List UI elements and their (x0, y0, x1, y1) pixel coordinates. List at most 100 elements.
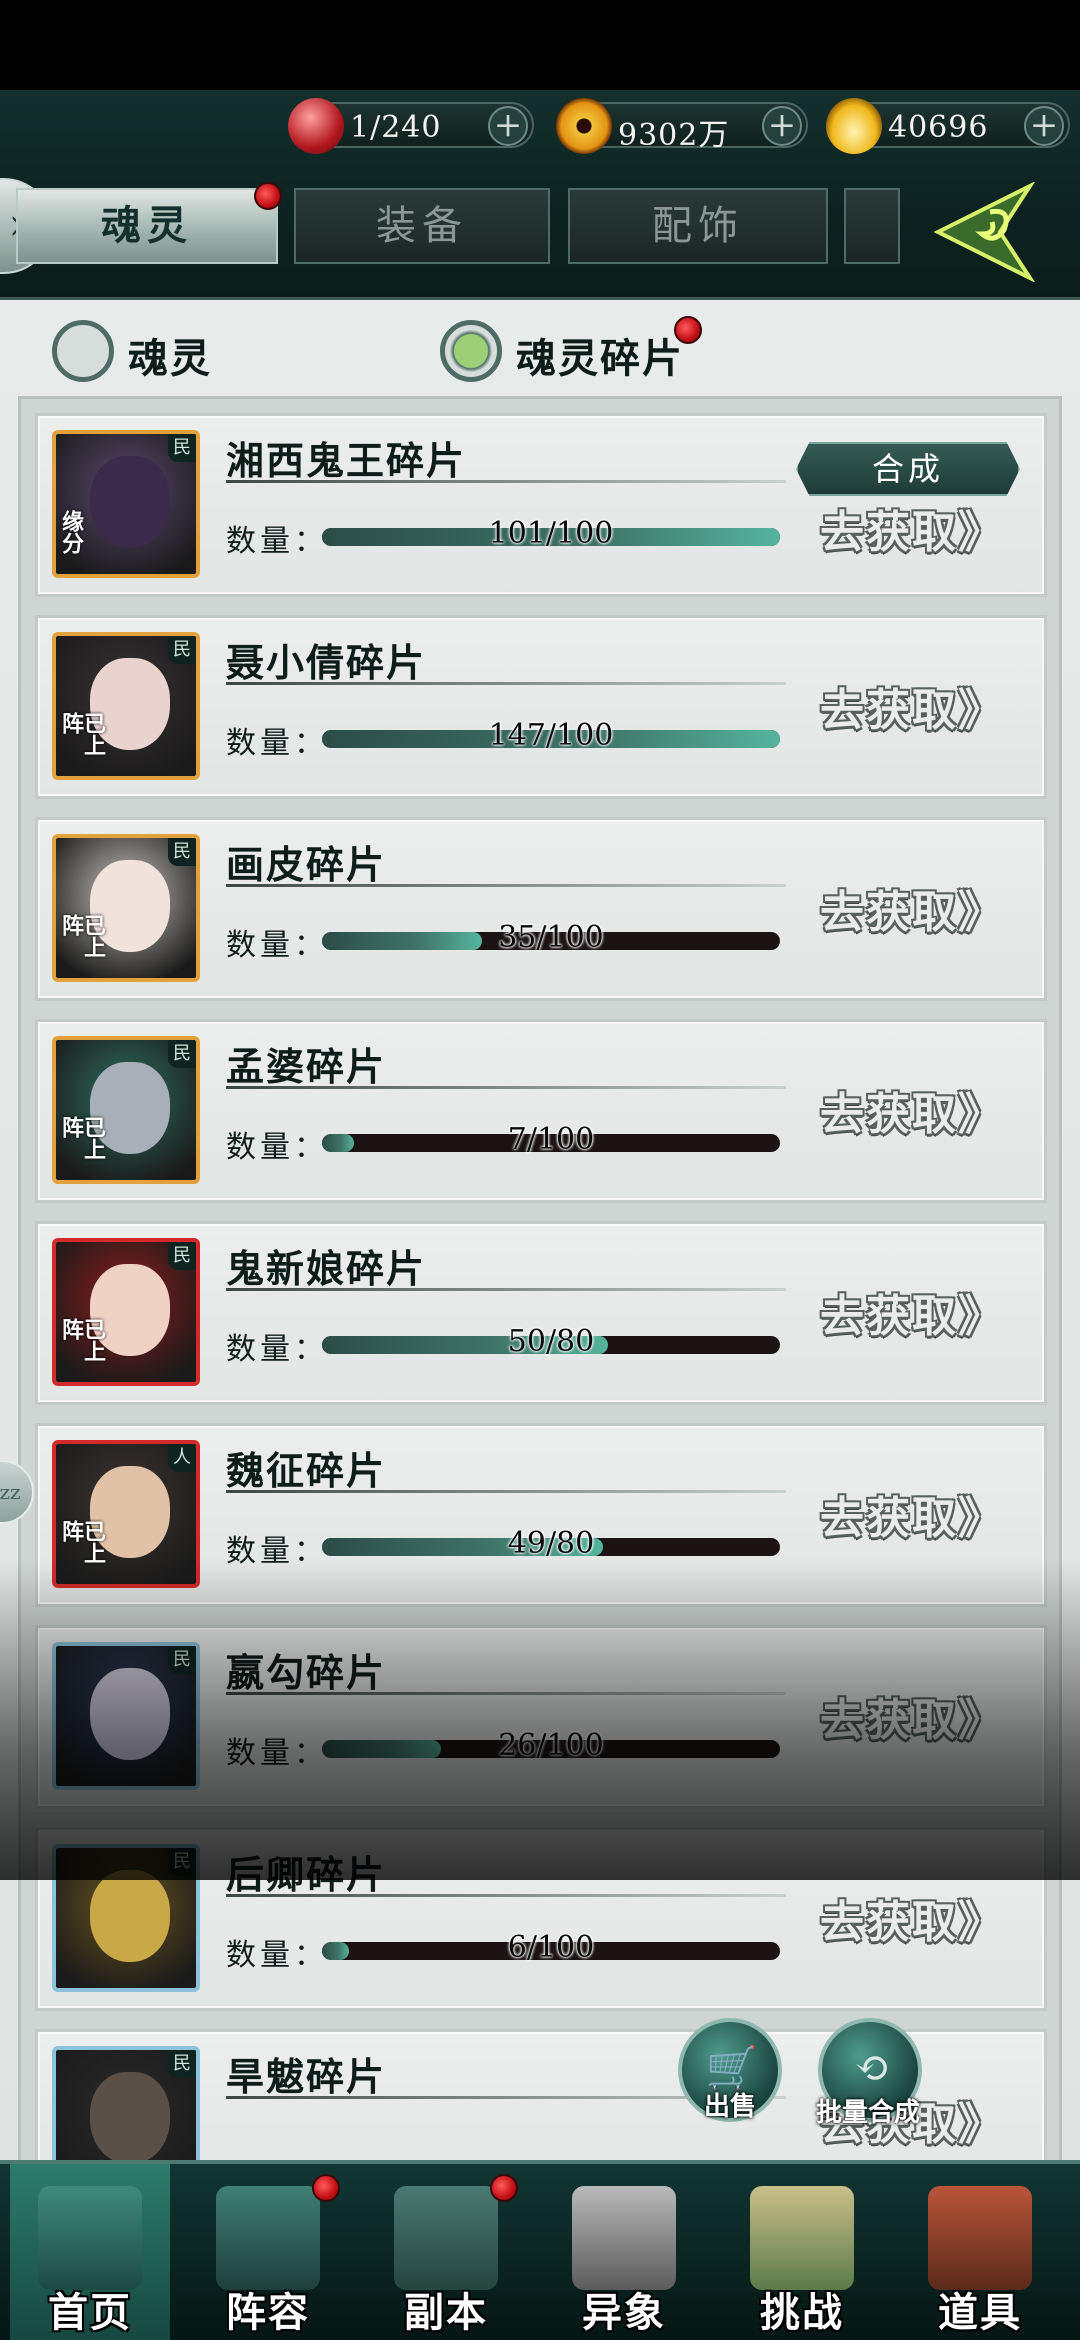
name-underline (226, 480, 786, 483)
nav-item[interactable]: 首页 (10, 2164, 170, 2340)
fragment-name: 画皮碎片 (226, 842, 387, 887)
nav-item[interactable]: 异象 (544, 2164, 704, 2340)
lineup-book-icon (216, 2186, 320, 2290)
nav-label: 异象 (582, 2289, 666, 2336)
fragment-card[interactable]: 民已上阵 画皮碎片 数量： 35/100 去获取》 (35, 817, 1047, 1001)
add-coins-button[interactable]: + (762, 106, 802, 146)
hero-portrait[interactable]: 民已上阵 (52, 632, 200, 780)
fragment-card[interactable]: 民已上阵 聂小倩碎片 数量： 147/100 去获取》 (35, 615, 1047, 799)
quantity-label: 数量： (226, 726, 328, 761)
fragment-card[interactable]: 民已上阵 鬼新娘碎片 数量： 50/80 去获取》 (35, 1221, 1047, 1405)
quantity-value: 50/80 (507, 1324, 595, 1359)
nav-label: 挑战 (760, 2289, 844, 2336)
tab-equipment[interactable]: 装备 (294, 188, 550, 264)
fragment-list: 民缘分 湘西鬼王碎片 数量： 101/100 合成 去获取》民已上阵 聂小倩碎片 数量： 147… (18, 396, 1062, 2170)
fragment-name: 魏征碎片 (226, 1448, 387, 1493)
go-obtain-button[interactable]: 去获取》 (820, 1078, 1004, 1142)
rank-badge: 民 (168, 2050, 196, 2078)
radio-soul[interactable] (52, 320, 114, 382)
fragment-card[interactable]: 民已上阵 孟婆碎片 数量： 7/100 去获取》 (35, 1019, 1047, 1203)
nav-notification-badge (312, 2174, 340, 2202)
refresh-cycle-icon: ⟲ (854, 2043, 890, 2092)
synthesize-button[interactable]: 合成 (796, 442, 1020, 496)
home-pavilion-icon (38, 2186, 142, 2290)
radio-soul-fragment[interactable] (440, 320, 502, 382)
portrait-status-tag: 已上阵 (58, 1318, 106, 1362)
quantity-value: 147/100 (488, 718, 614, 753)
go-obtain-button[interactable]: 去获取》 (820, 1482, 1004, 1546)
resource-gems-value: 1/240 (350, 110, 442, 145)
main-panel: 魂灵 魂灵碎片 民缘分 湘西鬼王碎片 数量： 101/100 合成 去获取》民已上阵 聂小倩… (0, 300, 1080, 2170)
quantity-label: 数量： (226, 1130, 328, 1165)
nav-label: 阵容 (226, 2289, 310, 2336)
quantity-label: 数量： (226, 524, 328, 559)
fragment-card[interactable]: 民缘分 湘西鬼王碎片 数量： 101/100 合成 去获取》 (35, 413, 1047, 597)
add-gold-button[interactable]: + (1024, 106, 1064, 146)
resource-coins: 9302万 + (556, 98, 808, 154)
hero-portrait[interactable]: 民已上阵 (52, 1238, 200, 1386)
portrait-status-tag: 已上阵 (58, 1116, 106, 1160)
nav-label: 首页 (48, 2289, 132, 2336)
quantity-label: 数量： (226, 928, 328, 963)
nav-label: 副本 (404, 2289, 488, 2336)
rank-badge: 民 (168, 1242, 196, 1270)
name-underline (226, 1086, 786, 1089)
go-obtain-button[interactable]: 去获取》 (820, 876, 1004, 940)
dungeon-sword-icon (394, 2186, 498, 2290)
rank-badge: 民 (168, 838, 196, 866)
top-bar: 1/240 + 9302万 + 40696 + » 魂灵 装备 配饰 (0, 90, 1080, 300)
nav-item[interactable]: 道具 (900, 2164, 1060, 2340)
nav-item[interactable]: 副本 (366, 2164, 526, 2340)
tab-more[interactable] (844, 188, 900, 264)
challenge-scroll-icon (750, 2186, 854, 2290)
hero-portrait[interactable]: 民已上阵 (52, 1036, 200, 1184)
portrait-status-tag: 已上阵 (58, 712, 106, 756)
gem-icon (288, 98, 344, 154)
batch-synth-label: 批量合成 (816, 2098, 921, 2128)
rank-badge: 民 (168, 434, 196, 462)
portrait-status-tag: 缘分 (58, 510, 84, 554)
filter-soul-fragment[interactable]: 魂灵碎片 (440, 320, 700, 384)
nav-label: 道具 (938, 2289, 1022, 2336)
item-bag-icon (928, 2186, 1032, 2290)
swirl-emblem-icon[interactable] (930, 182, 1040, 282)
go-obtain-button[interactable]: 去获取》 (820, 1280, 1004, 1344)
sell-label: 出售 (704, 2092, 757, 2122)
filter-soul-label: 魂灵 (128, 335, 212, 382)
portrait-status-tag: 已上阵 (58, 914, 106, 958)
name-underline (226, 1288, 786, 1291)
name-underline (226, 884, 786, 887)
fragment-name: 鬼新娘碎片 (226, 1246, 427, 1291)
portrait-face (90, 2072, 170, 2164)
nav-item[interactable]: 挑战 (722, 2164, 882, 2340)
tab-accessory[interactable]: 配饰 (568, 188, 828, 264)
nav-item[interactable]: 阵容 (188, 2164, 348, 2340)
filter-soul[interactable]: 魂灵 (52, 320, 252, 384)
rank-badge: 人 (168, 1444, 196, 1472)
add-gems-button[interactable]: + (488, 106, 528, 146)
resource-gold-value: 40696 (888, 110, 989, 145)
fragment-name: 旱魃碎片 (226, 2054, 387, 2099)
hero-portrait[interactable]: 民已上阵 (52, 834, 200, 982)
quantity-value: 49/80 (507, 1526, 595, 1561)
go-obtain-button[interactable]: 去获取》 (820, 496, 1004, 560)
list-fade-overlay (0, 1560, 1080, 1880)
resource-gold: 40696 + (826, 98, 1070, 154)
nav-notification-badge (490, 2174, 518, 2202)
tab-soul-label: 魂灵 (101, 202, 193, 249)
tab-accessory-label: 配饰 (652, 203, 744, 249)
hero-portrait[interactable]: 民 (52, 2046, 200, 2170)
tab-soul[interactable]: 魂灵 (16, 188, 278, 264)
quantity-value: 6/100 (507, 1930, 595, 1965)
quantity-value: 101/100 (488, 516, 614, 551)
rank-badge: 民 (168, 1040, 196, 1068)
filter-fragment-badge (674, 316, 702, 344)
name-underline (226, 682, 786, 685)
go-obtain-button[interactable]: 去获取》 (820, 1886, 1004, 1950)
portrait-face (90, 1870, 170, 1962)
go-obtain-button[interactable]: 去获取》 (820, 674, 1004, 738)
gold-ingot-icon (826, 98, 882, 154)
name-underline (226, 1490, 786, 1493)
hero-portrait[interactable]: 民缘分 (52, 430, 200, 578)
quantity-value: 35/100 (498, 920, 604, 955)
